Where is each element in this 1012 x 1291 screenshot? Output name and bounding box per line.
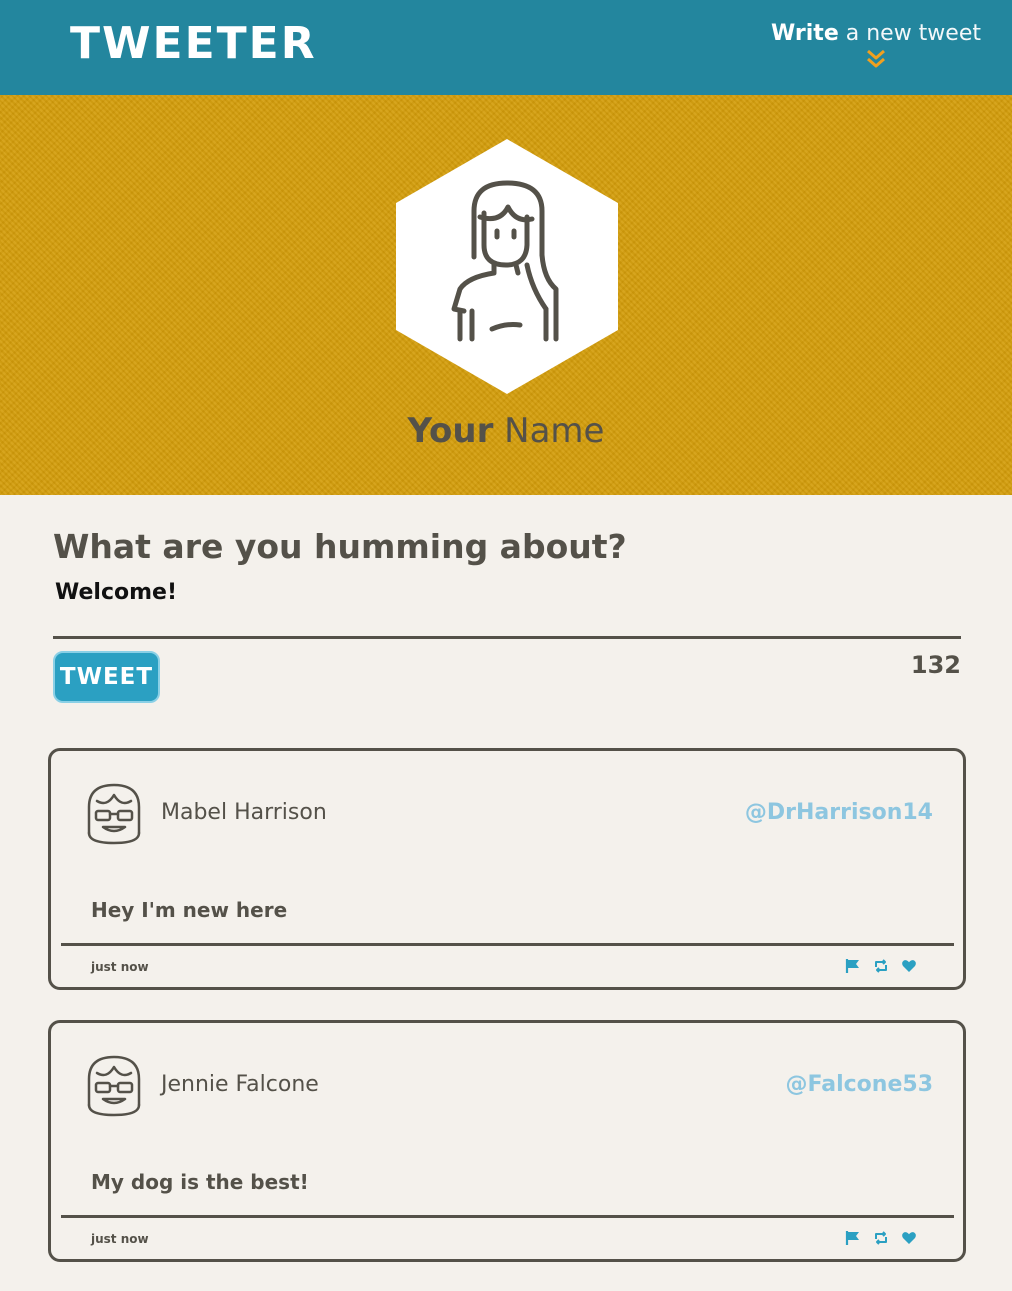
retweet-icon[interactable]	[873, 1230, 889, 1246]
logo[interactable]: TWEETER	[70, 22, 317, 66]
tweet-author-name: Jennie Falcone	[161, 1072, 319, 1097]
profile-last-name: Name	[493, 411, 605, 451]
tweet-divider	[61, 943, 954, 946]
profile-name: Your Name	[0, 411, 1012, 451]
new-tweet-form: What are you humming about? TWEET 132	[53, 527, 961, 703]
user-avatar-icon	[396, 139, 618, 394]
tweet-timestamp: just now	[91, 960, 149, 974]
compose-toggle-light: a new tweet	[838, 21, 981, 46]
tweet-input[interactable]	[53, 573, 961, 639]
heart-icon[interactable]	[901, 958, 917, 974]
heart-icon[interactable]	[901, 1230, 917, 1246]
user-avatar-icon	[87, 1055, 141, 1117]
tweet-author-handle[interactable]: @Falcone53	[786, 1071, 933, 1099]
tweet-actions	[845, 1230, 917, 1246]
retweet-icon[interactable]	[873, 958, 889, 974]
profile-first-name: Your	[407, 411, 494, 451]
compose-toggle-label[interactable]: Write a new tweet	[771, 20, 981, 48]
character-counter: 132	[910, 651, 961, 679]
tweet-content: My dog is the best!	[91, 1170, 309, 1194]
compose-heading: What are you humming about?	[53, 527, 627, 566]
tweet-divider	[61, 1215, 954, 1218]
double-chevron-down-icon[interactable]	[865, 49, 887, 69]
tweet-content: Hey I'm new here	[91, 898, 288, 922]
compose-toggle-strong: Write	[771, 21, 839, 46]
flag-icon[interactable]	[845, 1230, 861, 1246]
tweet-author-handle[interactable]: @DrHarrison14	[745, 799, 933, 827]
flag-icon[interactable]	[845, 958, 861, 974]
top-nav: TWEETER Write a new tweet	[0, 0, 1012, 95]
tweet-submit-button[interactable]: TWEET	[53, 651, 160, 703]
tweet-card: Jennie Falcone @Falcone53 My dog is the …	[48, 1020, 966, 1262]
profile-header: Your Name	[0, 95, 1012, 495]
tweet-author-name: Mabel Harrison	[161, 800, 327, 825]
tweet-timestamp: just now	[91, 1232, 149, 1246]
tweet-actions	[845, 958, 917, 974]
user-avatar-icon	[87, 783, 141, 845]
compose-toggle-button[interactable]: Write a new tweet	[771, 20, 981, 69]
tweet-card: Mabel Harrison @DrHarrison14 Hey I'm new…	[48, 748, 966, 990]
